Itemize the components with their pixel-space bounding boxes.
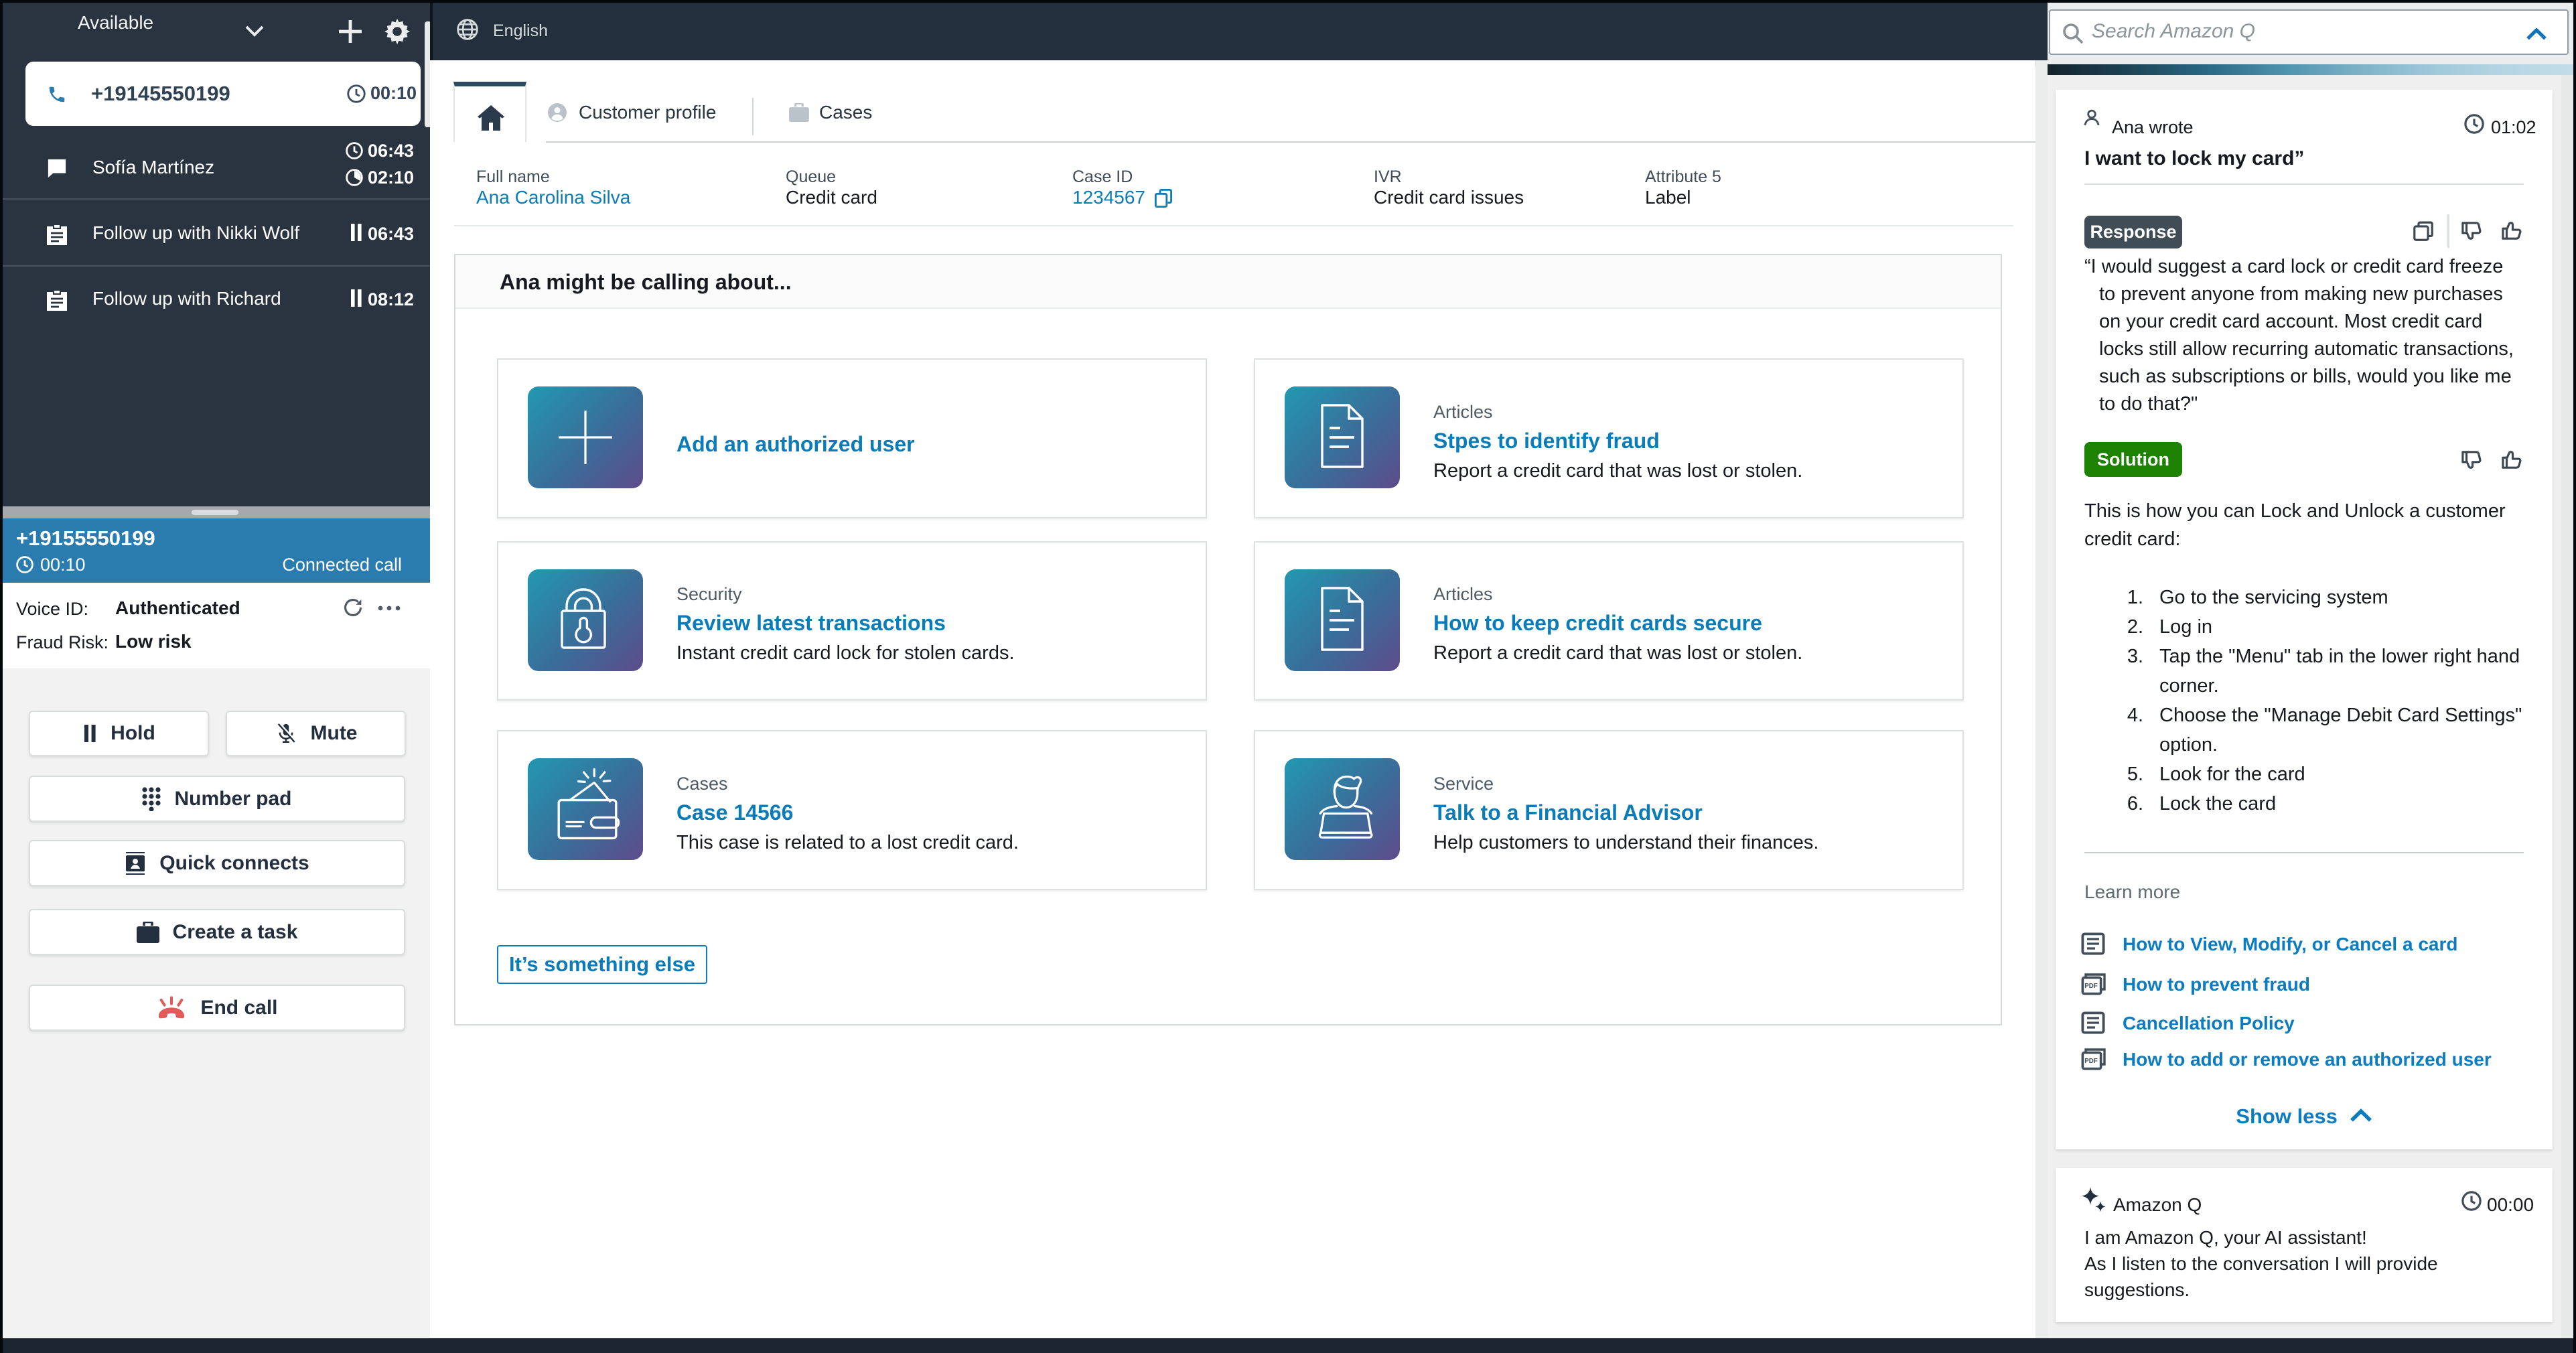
svg-text:PDF: PDF bbox=[2084, 1058, 2098, 1065]
svg-text:PDF: PDF bbox=[2084, 983, 2098, 990]
